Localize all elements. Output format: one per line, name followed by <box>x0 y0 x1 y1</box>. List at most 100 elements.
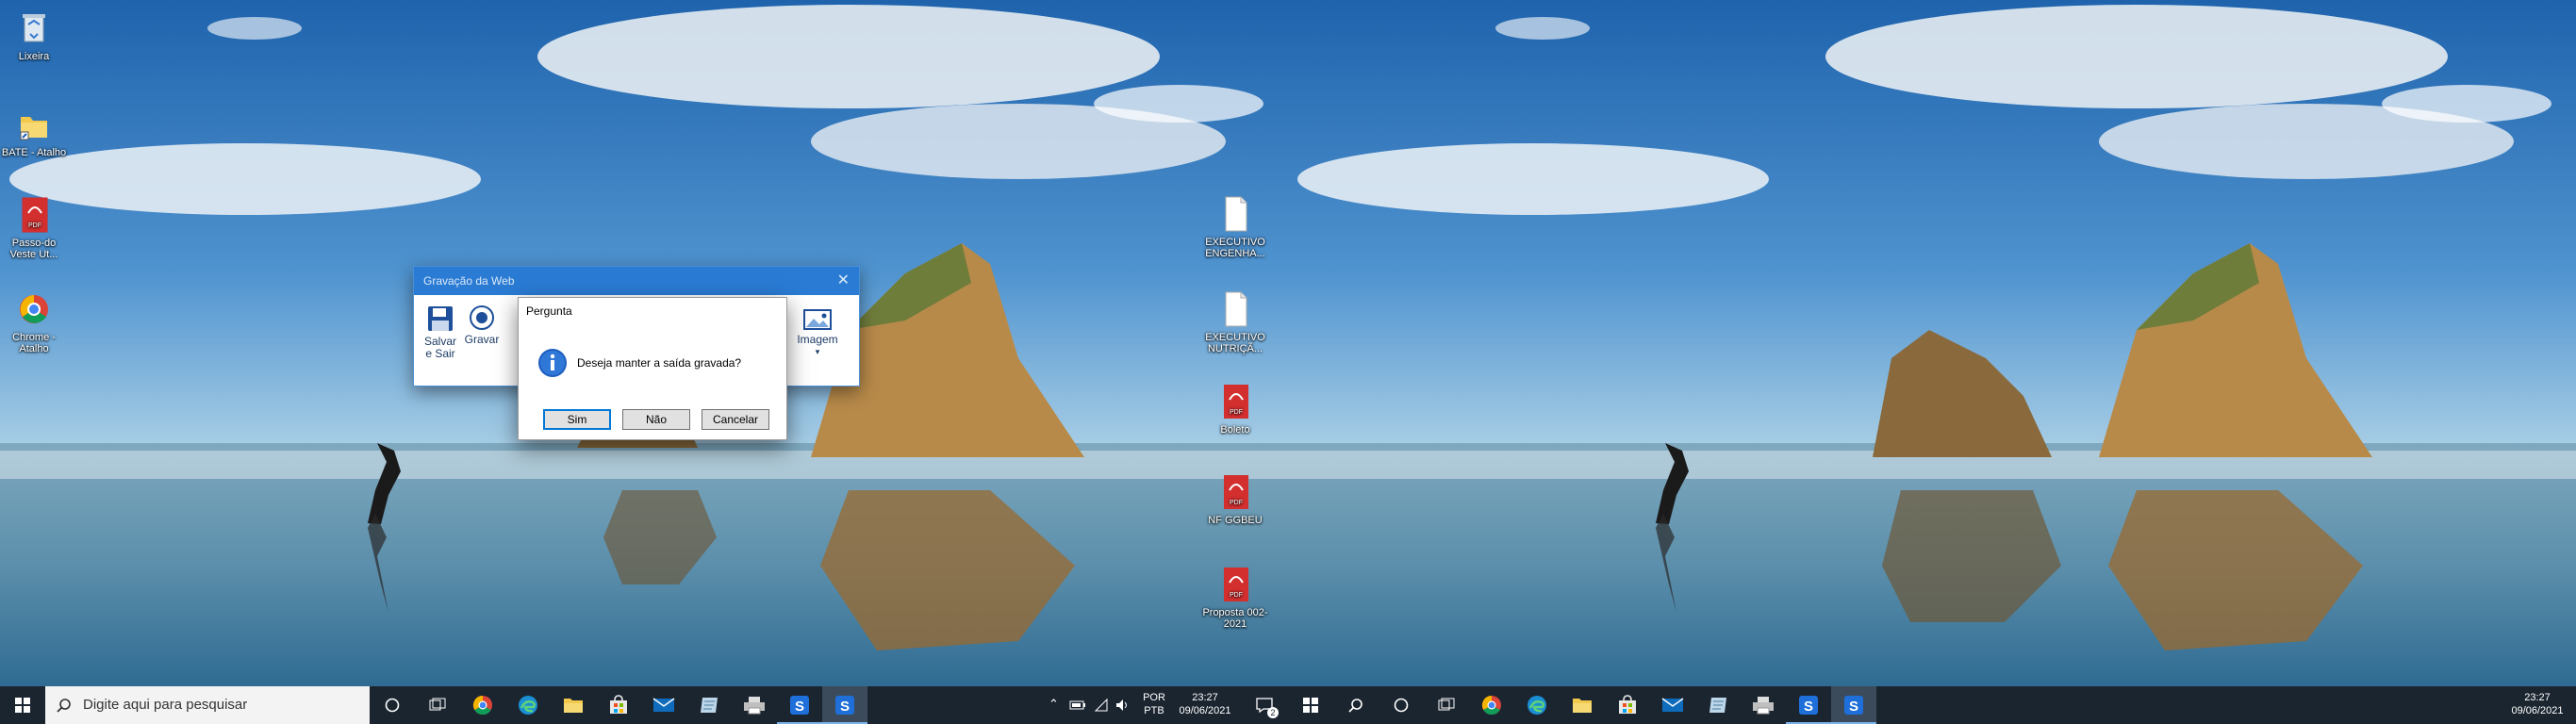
taskbar-app-recorder-1[interactable]: S <box>1786 686 1831 724</box>
taskbar-search-box[interactable]: Digite aqui para pesquisar <box>45 686 370 724</box>
tray-chevron-up-icon[interactable]: ⌃ <box>1049 698 1059 711</box>
cortana-icon <box>1394 698 1409 713</box>
blank-file-icon <box>1225 291 1247 327</box>
taskbar-file-explorer[interactable] <box>1560 686 1605 724</box>
search-icon <box>57 699 71 713</box>
svg-text:PDF: PDF <box>1230 409 1243 416</box>
taskbar-app-printer[interactable] <box>732 686 777 724</box>
cancel-button[interactable]: Cancelar <box>702 409 769 430</box>
taskbar-edge[interactable] <box>505 686 551 724</box>
taskbar-mail[interactable] <box>1650 686 1695 724</box>
windows-logo-icon <box>1303 698 1318 713</box>
floppy-disk-icon <box>428 306 453 331</box>
taskbar-app-printer[interactable] <box>1741 686 1786 724</box>
notes-app-icon <box>1709 698 1726 713</box>
desktop-icon-chrome-shortcut[interactable]: Chrome - Atalho <box>1 288 67 354</box>
desktop-icon-executivo-engenharia[interactable]: EXECUTIVO ENGENHA... <box>1202 193 1268 259</box>
start-button[interactable] <box>1288 686 1333 724</box>
desktop-icon-boleto[interactable]: PDF Boleto <box>1202 381 1268 436</box>
app-s-icon: S <box>835 696 854 715</box>
input-language[interactable]: POR PTB <box>1137 691 1171 717</box>
web-recorder-titlebar[interactable]: Gravação da Web ✕ <box>414 267 859 295</box>
save-exit-button[interactable]: Salvar e Sair <box>423 304 457 360</box>
cortana-button[interactable] <box>370 686 415 724</box>
folder-icon <box>1573 699 1592 713</box>
svg-text:S: S <box>840 699 850 715</box>
desktop-wallpaper <box>1288 0 2576 686</box>
svg-text:PDF: PDF <box>1230 500 1243 506</box>
taskbar-store[interactable] <box>1605 686 1650 724</box>
image-button[interactable]: Imagem ▾ <box>791 308 844 358</box>
desktop-icon-label: Proposta 002-2021 <box>1202 607 1268 630</box>
cortana-button[interactable] <box>1379 686 1424 724</box>
close-icon[interactable]: ✕ <box>837 267 850 295</box>
cortana-icon <box>385 698 400 713</box>
taskbar-mail[interactable] <box>641 686 686 724</box>
search-placeholder: Digite aqui para pesquisar <box>83 697 248 713</box>
edge-icon <box>1527 696 1546 715</box>
record-button[interactable]: Gravar <box>463 304 501 346</box>
app-s-icon: S <box>1844 696 1863 715</box>
svg-text:S: S <box>1849 699 1858 715</box>
desktop-icon-label: Lixeira <box>18 51 50 62</box>
record-label: Gravar <box>464 333 500 346</box>
record-icon <box>470 305 494 330</box>
desktop-icon-label: EXECUTIVO NUTRIÇÃ... <box>1205 332 1265 354</box>
save-exit-label: Salvar e Sair <box>423 335 456 360</box>
desktop-icon-recycle-bin[interactable]: Lixeira <box>1 8 67 62</box>
taskbar-app-notes[interactable] <box>1695 686 1741 724</box>
notes-app-icon <box>701 698 718 713</box>
taskbar-app-recorder-2[interactable]: S <box>1831 686 1876 724</box>
desktop-icon-label: Passo-do Veste Ut... <box>9 238 58 260</box>
no-button[interactable]: Não <box>622 409 690 430</box>
battery-icon[interactable] <box>1069 699 1086 711</box>
yes-button[interactable]: Sim <box>543 409 611 430</box>
taskbar-app-notes[interactable] <box>686 686 732 724</box>
desktop-icon-label: Chrome - Atalho <box>12 332 56 354</box>
edge-icon <box>519 696 537 715</box>
task-view-icon <box>429 698 446 711</box>
folder-icon <box>564 699 583 713</box>
svg-text:S: S <box>795 699 804 715</box>
left-monitor: Lixeira BATE - Atalho PDF Passo-do Veste… <box>0 0 1288 724</box>
pdf-file-icon: PDF <box>1224 475 1248 509</box>
blank-file-icon <box>1225 196 1247 232</box>
taskbar-edge[interactable] <box>1514 686 1560 724</box>
mail-icon <box>1661 698 1684 712</box>
clock-date: 09/06/2021 <box>2511 705 2564 716</box>
store-icon <box>1619 695 1636 714</box>
taskbar-chrome[interactable] <box>1469 686 1514 724</box>
pdf-file-icon: PDF <box>1224 385 1248 419</box>
notification-center-button[interactable]: 2 <box>1245 686 1284 724</box>
desktop-icon-bate-shortcut[interactable]: BATE - Atalho <box>1 104 67 158</box>
network-icon[interactable] <box>1094 698 1109 713</box>
pdf-file-icon: PDF <box>22 197 48 233</box>
task-view-button[interactable] <box>415 686 460 724</box>
taskbar-app-recorder-2[interactable]: S <box>822 686 867 724</box>
desktop-icon-executivo-nutricao[interactable]: EXECUTIVO NUTRIÇÃ... <box>1202 288 1268 354</box>
app-s-icon: S <box>790 696 809 715</box>
desktop-icon-label: Boleto <box>1220 424 1250 436</box>
desktop-icon-label: EXECUTIVO ENGENHA... <box>1205 237 1265 259</box>
volume-icon[interactable] <box>1115 698 1130 713</box>
clock[interactable]: 23:27 09/06/2021 <box>2504 691 2570 717</box>
taskbar-file-explorer[interactable] <box>551 686 596 724</box>
store-icon <box>610 695 627 714</box>
desktop-icon-pdf-passo[interactable]: PDF Passo-do Veste Ut... <box>1 194 67 260</box>
notification-count: 2 <box>1267 707 1279 718</box>
clock-time: 23:27 <box>1192 692 1218 703</box>
taskbar-store[interactable] <box>596 686 641 724</box>
image-label: Imagem <box>797 333 838 346</box>
taskbar-chrome[interactable] <box>460 686 505 724</box>
question-dialog: Pergunta Deseja manter a saída gravada? … <box>518 297 787 440</box>
taskbar-app-recorder-1[interactable]: S <box>777 686 822 724</box>
start-button[interactable] <box>0 686 45 724</box>
clock[interactable]: 23:27 09/06/2021 <box>1175 691 1235 717</box>
task-view-button[interactable] <box>1424 686 1469 724</box>
taskbar-left: Digite aqui para pesquisar S S ⌃ POR PTB… <box>0 686 1288 724</box>
chevron-down-icon[interactable]: ▾ <box>791 346 844 358</box>
desktop-icon-proposta[interactable]: PDF Proposta 002-2021 <box>1202 564 1268 630</box>
image-icon <box>803 309 832 330</box>
search-button[interactable] <box>1333 686 1379 724</box>
desktop-icon-nf-ggbeu[interactable]: PDF NF GGBEU <box>1202 471 1268 526</box>
